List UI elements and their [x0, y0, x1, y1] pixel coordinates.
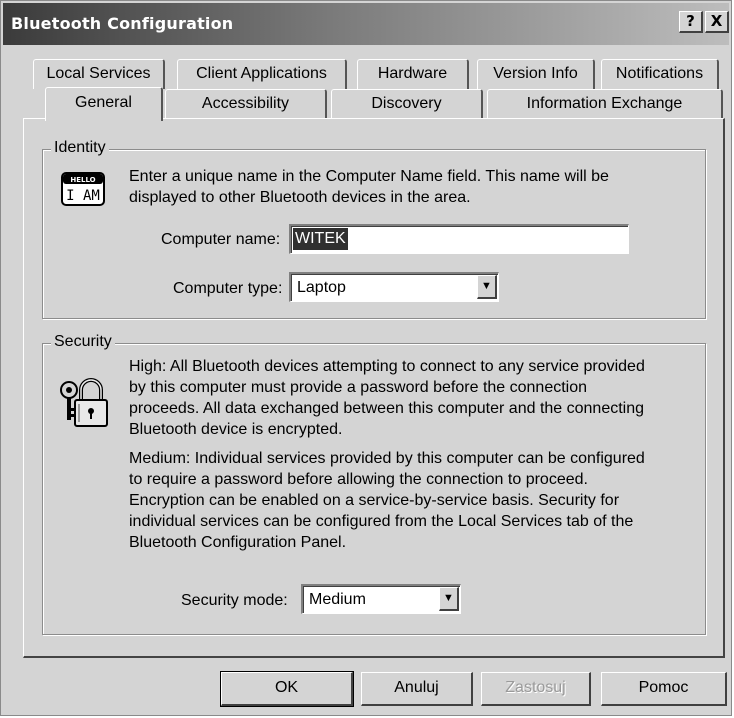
identity-description-line2: displayed to other Bluetooth devices in … [129, 189, 471, 206]
tab-accessibility[interactable]: Accessibility [165, 89, 327, 119]
computer-name-value: WITEK [293, 228, 348, 250]
security-medium-line4: individual services can be configured fr… [129, 513, 634, 530]
help-title-button[interactable]: ? [679, 11, 703, 33]
security-mode-select[interactable]: Medium ▼ [301, 584, 461, 614]
computer-type-select[interactable]: Laptop ▼ [289, 272, 499, 302]
tab-client-applications[interactable]: Client Applications [177, 59, 347, 89]
security-group: Security High: All Bluetooth devices att… [42, 333, 706, 635]
chevron-down-icon[interactable]: ▼ [477, 275, 497, 299]
cancel-button[interactable]: Anuluj [361, 672, 473, 706]
security-medium-line3: Encryption can be enabled on a service-b… [129, 492, 620, 509]
chevron-down-icon[interactable]: ▼ [439, 587, 459, 611]
security-mode-label: Security mode: [181, 592, 288, 609]
name-tag-badge-text: I AM [66, 188, 100, 204]
tab-general[interactable]: General [45, 87, 163, 121]
ok-button[interactable]: OK [220, 671, 354, 707]
identity-description-line1: Enter a unique name in the Computer Name… [129, 168, 609, 185]
apply-button[interactable]: Zastosuj [481, 672, 591, 706]
computer-name-label: Computer name: [161, 231, 281, 248]
security-medium-line5: Bluetooth Configuration Panel. [129, 534, 347, 551]
computer-type-value: Laptop [297, 279, 346, 296]
padlock-keys-icon [57, 374, 111, 435]
tab-local-services[interactable]: Local Services [33, 59, 165, 89]
title-bar[interactable]: Bluetooth Configuration ? X [3, 3, 729, 45]
help-button[interactable]: Pomoc [601, 672, 727, 706]
general-tab-panel: Identity HELLO I AM Enter a unique name … [23, 118, 725, 658]
computer-name-input[interactable]: WITEK [289, 224, 629, 254]
bluetooth-config-dialog: Bluetooth Configuration ? X Local Servic… [0, 0, 732, 716]
tab-version-info[interactable]: Version Info [477, 59, 595, 89]
tab-information-exchange[interactable]: Information Exchange [487, 89, 723, 119]
security-mode-value: Medium [309, 591, 366, 608]
identity-legend: Identity [51, 139, 109, 157]
tab-discovery[interactable]: Discovery [331, 89, 483, 119]
window-title: Bluetooth Configuration [11, 14, 234, 33]
close-button[interactable]: X [705, 11, 729, 33]
security-high-line2: by this computer must provide a password… [129, 379, 588, 396]
name-tag-icon: HELLO I AM [61, 172, 105, 211]
tab-notifications[interactable]: Notifications [601, 59, 719, 89]
security-high-line1: High: All Bluetooth devices attempting t… [129, 358, 645, 375]
security-high-line3: proceeds. All data exchanged between thi… [129, 400, 645, 417]
security-legend: Security [51, 333, 115, 351]
identity-group: Identity HELLO I AM Enter a unique name … [42, 139, 706, 319]
computer-type-label: Computer type: [173, 280, 283, 297]
security-high-line4: Bluetooth device is encrypted. [129, 421, 343, 438]
name-tag-badge-top: HELLO [70, 176, 95, 184]
security-medium-line2: to require a password before allowing th… [129, 471, 588, 488]
tab-hardware[interactable]: Hardware [357, 59, 469, 89]
security-medium-line1: Medium: Individual services provided by … [129, 450, 645, 467]
